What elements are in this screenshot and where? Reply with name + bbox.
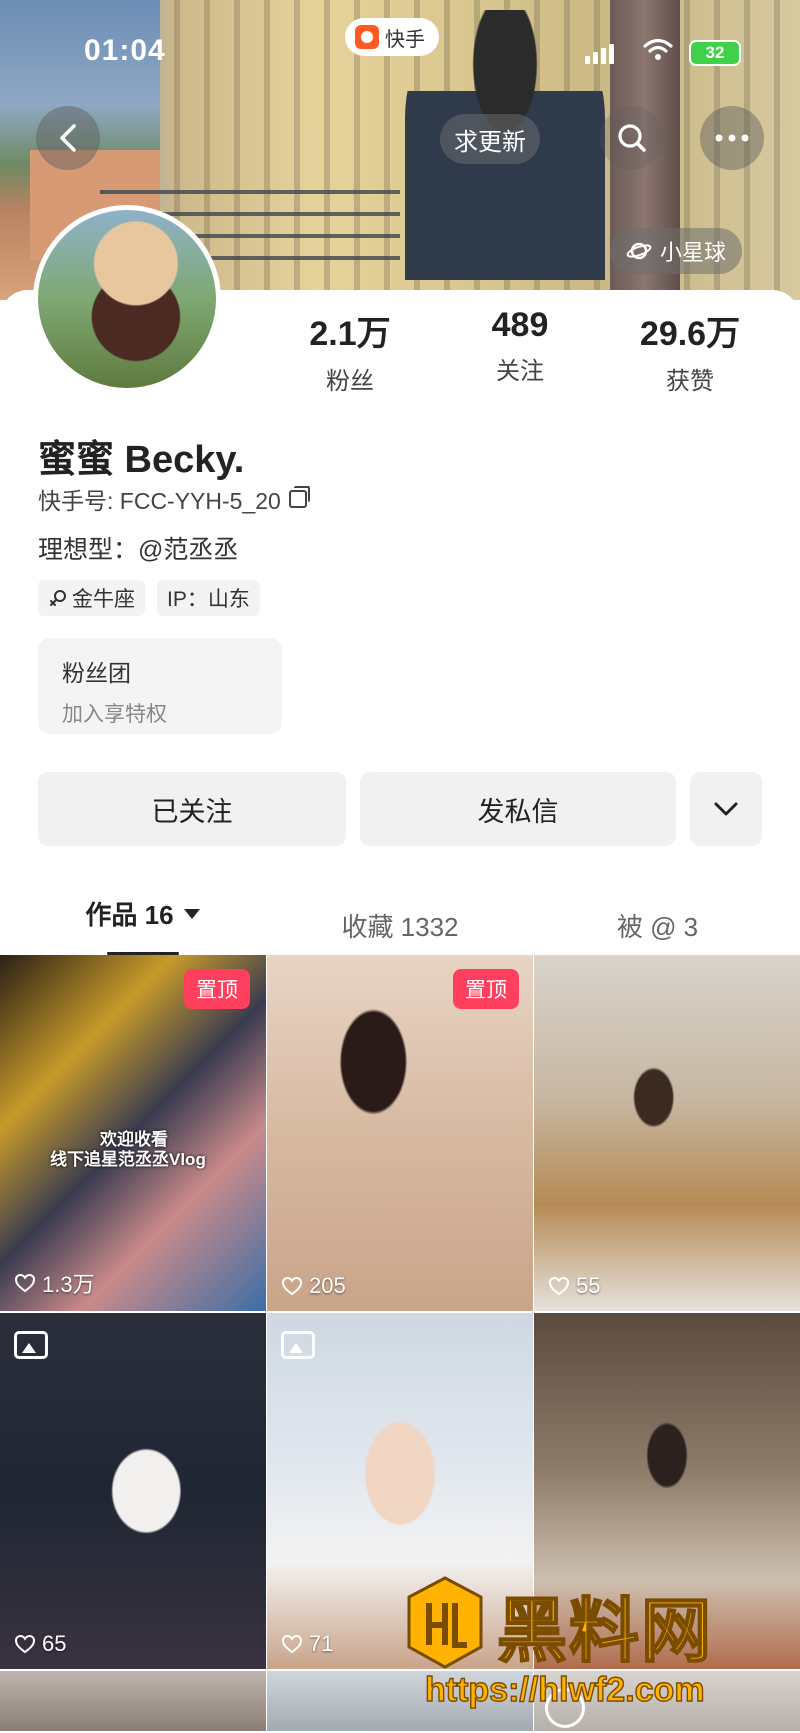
like-count-value: 1.3万 — [42, 1272, 95, 1297]
overlay-line: 线下追星范丞丞Vlog — [50, 1149, 206, 1169]
chevron-down-icon — [714, 802, 738, 816]
like-count-value: 65 — [42, 1631, 67, 1656]
work-tile[interactable]: 置顶 欢迎收看 线下追星范丞丞Vlog 1.3万 — [0, 955, 266, 1311]
watermark: 黑料网 https://hlwf2.com — [405, 1575, 785, 1725]
image-icon — [14, 1331, 48, 1359]
profile-stats: 2.1万 粉丝 489 关注 29.6万 获赞 — [270, 306, 770, 396]
tag-zodiac: 金牛座 — [38, 580, 145, 616]
planet-label: 小星球 — [660, 240, 727, 265]
like-count: 1.3万 — [14, 1267, 95, 1299]
fan-club-title: 粉丝团 — [62, 660, 131, 686]
stat-label: 粉丝 — [326, 368, 374, 395]
like-count-value: 205 — [309, 1273, 346, 1298]
heart-icon — [14, 1273, 36, 1293]
app-indicator[interactable]: 快手 — [345, 18, 439, 56]
profile-bio[interactable]: 理想型：@范丞丞 — [38, 530, 238, 566]
pinned-badge: 置顶 — [453, 969, 519, 1009]
overlay-line: 欢迎收看 — [100, 1130, 168, 1149]
video-overlay-text: 欢迎收看 线下追星范丞丞Vlog — [50, 1130, 206, 1169]
back-button[interactable] — [36, 106, 100, 170]
pinned-badge: 置顶 — [184, 969, 250, 1009]
search-icon — [618, 124, 646, 152]
like-count: 205 — [281, 1273, 346, 1299]
heart-icon — [548, 1276, 570, 1296]
like-count: 65 — [14, 1631, 66, 1657]
profile-tabs: 作品 16 收藏 1332 被 @ 3 — [0, 895, 800, 955]
request-update-button[interactable]: 求更新 — [440, 114, 540, 164]
watermark-logo-icon — [407, 1576, 483, 1669]
battery-indicator: 32 — [689, 40, 741, 66]
work-tile[interactable]: 置顶 205 — [267, 955, 533, 1311]
planet-icon — [626, 242, 652, 260]
avatar[interactable] — [33, 205, 221, 393]
more-icon — [715, 134, 749, 142]
tab-works[interactable]: 作品 16 — [0, 895, 285, 955]
work-tile[interactable]: 65 — [0, 1313, 266, 1669]
search-button[interactable] — [600, 106, 664, 170]
tab-label: 收藏 1332 — [341, 911, 459, 942]
fan-club-subtitle: 加入享特权 — [62, 703, 167, 726]
message-button[interactable]: 发私信 — [360, 772, 676, 846]
tag-label: IP：山东 — [167, 588, 250, 611]
watermark-url: https://hlwf2.com — [424, 1670, 705, 1709]
caret-down-icon — [183, 908, 200, 919]
tab-label: 被 @ 3 — [616, 911, 699, 942]
tab-mentioned[interactable]: 被 @ 3 — [515, 895, 800, 955]
like-count-value: 71 — [309, 1631, 334, 1656]
stat-value: 2.1万 — [309, 315, 391, 353]
following-button[interactable]: 已关注 — [38, 772, 346, 846]
app-name: 快手 — [385, 28, 425, 51]
like-count: 55 — [548, 1273, 600, 1299]
tag-ip: IP：山东 — [157, 580, 260, 616]
tab-label: 作品 16 — [85, 900, 174, 930]
heart-icon — [281, 1634, 303, 1654]
stat-value: 29.6万 — [639, 315, 741, 353]
status-time: 01:04 — [84, 34, 166, 67]
stat-value: 489 — [491, 306, 549, 344]
like-count-value: 55 — [576, 1273, 601, 1298]
work-tile[interactable] — [0, 1671, 266, 1731]
profile-tags: 金牛座 IP：山东 — [38, 580, 260, 616]
kuaishou-id-row[interactable]: 快手号: FCC-YYH-5_20 — [38, 482, 310, 516]
heart-icon — [14, 1634, 36, 1654]
like-count: 71 — [281, 1631, 333, 1657]
wifi-icon — [643, 38, 673, 60]
work-tile[interactable]: 55 — [534, 955, 800, 1311]
copy-icon[interactable] — [288, 486, 310, 508]
fan-club-card[interactable]: 粉丝团 加入享特权 — [38, 638, 282, 734]
kuaishou-logo-icon — [355, 25, 379, 49]
stat-likes[interactable]: 29.6万 获赞 — [610, 306, 770, 396]
kuaishou-id: 快手号: FCC-YYH-5_20 — [38, 488, 281, 514]
more-actions-button[interactable] — [690, 772, 762, 846]
tag-label: 金牛座 — [72, 588, 135, 611]
profile-nickname: 蜜蜜 Becky. — [38, 439, 245, 481]
tab-favorites[interactable]: 收藏 1332 — [285, 895, 515, 955]
planet-button[interactable]: 小星球 — [610, 228, 743, 274]
profile-actions: 已关注 发私信 — [38, 772, 762, 846]
image-icon — [281, 1331, 315, 1359]
watermark-title: 黑料网 — [496, 1591, 713, 1671]
gender-female-icon — [50, 590, 66, 606]
back-icon — [60, 124, 76, 152]
stat-following[interactable]: 489 关注 — [440, 306, 600, 396]
stat-label: 关注 — [496, 358, 544, 385]
stat-followers[interactable]: 2.1万 粉丝 — [270, 306, 430, 396]
heart-icon — [281, 1276, 303, 1296]
more-button[interactable] — [700, 106, 764, 170]
signal-icon — [585, 44, 614, 64]
stat-label: 获赞 — [666, 368, 714, 395]
